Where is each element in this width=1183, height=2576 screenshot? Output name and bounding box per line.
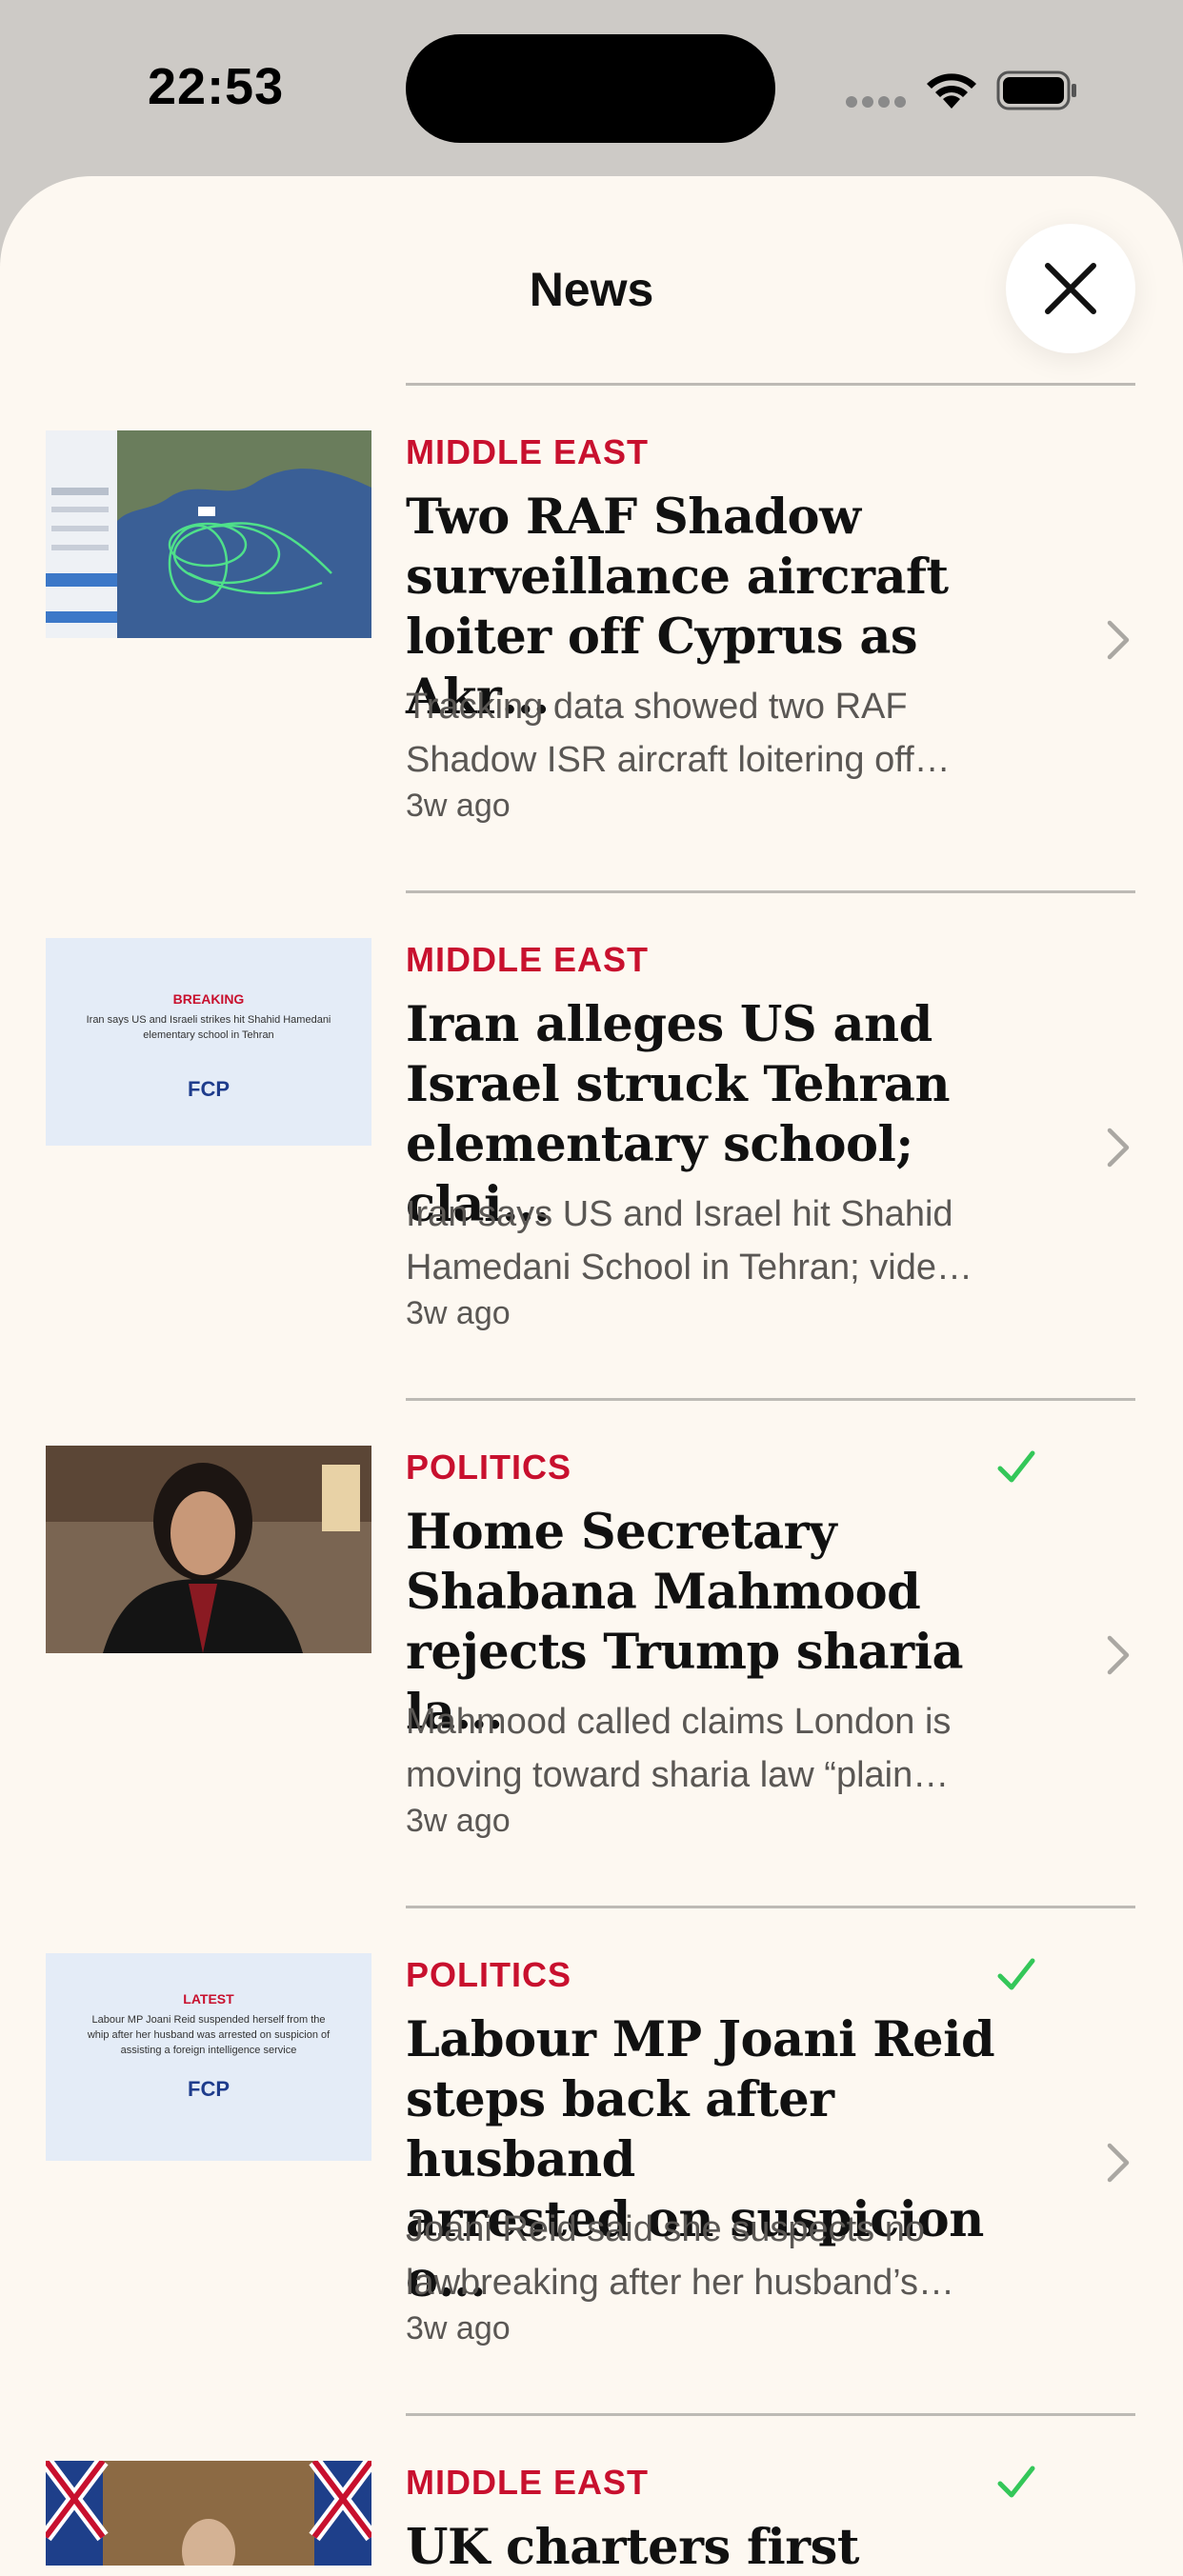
battery-icon bbox=[996, 70, 1076, 110]
article-summary: Mahmood called claims London is moving t… bbox=[406, 1702, 952, 1795]
article-category: POLITICS bbox=[406, 1448, 572, 1487]
article-time: 3w ago bbox=[406, 788, 511, 824]
cellular-signal-icon bbox=[846, 96, 907, 108]
close-icon bbox=[1045, 263, 1096, 314]
article-category: MIDDLE EAST bbox=[406, 940, 650, 979]
article-time: 3w ago bbox=[406, 1295, 511, 1331]
article-category: MIDDLE EAST bbox=[406, 2463, 650, 2502]
article-summary: Iran says US and Israel hit Shahid Hamed… bbox=[406, 1194, 972, 1288]
divider bbox=[406, 383, 1135, 386]
divider bbox=[406, 1398, 1135, 1401]
article-row[interactable]: BREAKING Iran says US and Israeli strike… bbox=[0, 890, 1183, 1398]
article-summary: Joani Reid said she suspects no lawbreak… bbox=[406, 2209, 954, 2303]
article-headline: UK charters first bbox=[406, 2519, 859, 2566]
article-thumbnail bbox=[46, 1446, 371, 1653]
article-thumbnail: LATEST Labour MP Joani Reid suspended he… bbox=[46, 1953, 371, 2161]
status-time: 22:53 bbox=[148, 58, 285, 115]
read-check-icon bbox=[997, 2466, 1035, 2498]
read-check-icon bbox=[997, 1450, 1035, 1483]
article-row[interactable]: POLITICS Home Secretary Shabana Mahmood … bbox=[0, 1398, 1183, 1906]
chevron-right-icon bbox=[1107, 620, 1130, 660]
article-summary: Tracking data showed two RAF Shadow ISR … bbox=[406, 687, 951, 780]
article-category: POLITICS bbox=[406, 1955, 572, 1994]
article-thumbnail bbox=[46, 430, 371, 638]
news-sheet: News MIDDLE EAST Two RAF Shadow surveill… bbox=[0, 176, 1183, 2576]
close-button[interactable] bbox=[1006, 224, 1135, 353]
chevron-right-icon bbox=[1107, 2143, 1130, 2183]
article-row[interactable]: MIDDLE EAST Two RAF Shadow surveillance … bbox=[0, 383, 1183, 890]
article-row[interactable]: LATEST Labour MP Joani Reid suspended he… bbox=[0, 1906, 1183, 2413]
chevron-right-icon bbox=[1107, 1128, 1130, 1168]
article-time: 3w ago bbox=[406, 2310, 511, 2346]
article-thumbnail bbox=[46, 2461, 371, 2566]
status-bar: 22:53 bbox=[0, 0, 1183, 181]
divider bbox=[406, 2413, 1135, 2416]
wifi-icon bbox=[927, 73, 976, 109]
divider bbox=[406, 1906, 1135, 1908]
read-check-icon bbox=[997, 1958, 1035, 1990]
article-thumbnail: BREAKING Iran says US and Israeli strike… bbox=[46, 938, 371, 1146]
chevron-right-icon bbox=[1107, 1635, 1130, 1675]
article-time: 3w ago bbox=[406, 1803, 511, 1839]
article-row[interactable]: MIDDLE EAST UK charters first bbox=[0, 2413, 1183, 2566]
article-category: MIDDLE EAST bbox=[406, 432, 650, 471]
dynamic-island bbox=[406, 34, 775, 143]
divider bbox=[406, 890, 1135, 893]
